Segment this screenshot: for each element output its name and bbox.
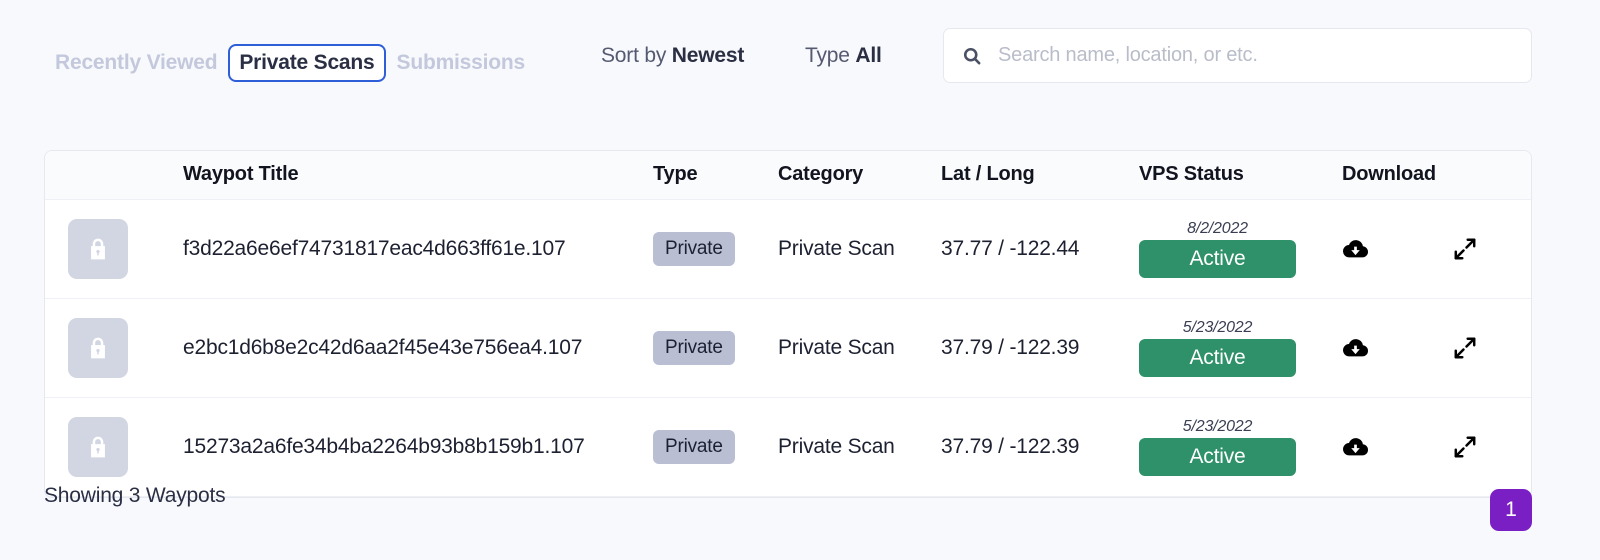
vps-status-group: 5/23/2022 Active	[1139, 417, 1296, 476]
col-header-vps-status: VPS Status	[1139, 151, 1342, 200]
lock-icon	[91, 436, 105, 458]
lock-icon	[91, 238, 105, 260]
cell-expand	[1452, 397, 1531, 497]
cell-vps-status: 5/23/2022 Active	[1139, 298, 1342, 398]
table-row[interactable]: e2bc1d6b8e2c42d6aa2f45e43e756ea4.107 Pri…	[45, 298, 1531, 398]
waypot-table: Waypot Title Type Category Lat / Long VP…	[45, 151, 1531, 497]
waypot-thumbnail	[68, 417, 128, 477]
cell-download	[1342, 298, 1452, 398]
lock-icon	[91, 337, 105, 359]
type-badge: Private	[653, 331, 735, 365]
cell-vps-status: 8/2/2022 Active	[1139, 199, 1342, 299]
cell-thumbnail	[45, 397, 183, 497]
download-button[interactable]	[1342, 434, 1369, 461]
result-count: Showing 3 Waypots	[44, 484, 226, 507]
sort-by-label: Sort by	[601, 44, 667, 67]
cell-type: Private	[653, 199, 778, 299]
cell-latlong: 37.77 / -122.44	[941, 199, 1139, 299]
type-filter-label: Type	[805, 44, 850, 67]
expand-arrows-icon	[1454, 238, 1476, 260]
sort-by-value: Newest	[671, 44, 745, 67]
vps-date: 8/2/2022	[1187, 219, 1248, 237]
cell-thumbnail	[45, 199, 183, 299]
tab-private-scans[interactable]: Private Scans	[228, 44, 386, 83]
waypot-list-page: Recently Viewed Private Scans Submission…	[0, 0, 1600, 560]
cell-thumbnail	[45, 298, 183, 398]
cloud-download-icon	[1343, 437, 1369, 455]
cell-title: f3d22a6e6ef74731817eac4d663ff61e.107	[183, 199, 653, 299]
cell-download	[1342, 199, 1452, 299]
cell-category: Private Scan	[778, 397, 941, 497]
download-button[interactable]	[1342, 236, 1369, 263]
vps-status-button[interactable]: Active	[1139, 437, 1296, 476]
tab-recently-viewed[interactable]: Recently Viewed	[44, 44, 228, 82]
expand-arrows-icon	[1454, 337, 1476, 359]
type-badge: Private	[653, 232, 735, 266]
cell-vps-status: 5/23/2022 Active	[1139, 397, 1342, 497]
col-header-thumbnail	[45, 151, 183, 200]
expand-arrows-icon	[1454, 436, 1476, 458]
cell-title: e2bc1d6b8e2c42d6aa2f45e43e756ea4.107	[183, 298, 653, 398]
cell-download	[1342, 397, 1452, 497]
vps-status-group: 8/2/2022 Active	[1139, 219, 1296, 278]
col-header-expand	[1452, 151, 1531, 200]
toolbar: Recently Viewed Private Scans Submission…	[0, 0, 1600, 110]
search-icon	[963, 47, 981, 64]
type-badge: Private	[653, 430, 735, 464]
waypot-thumbnail	[68, 219, 128, 279]
table-header-row: Waypot Title Type Category Lat / Long VP…	[45, 151, 1531, 200]
expand-button[interactable]	[1452, 335, 1478, 361]
waypot-table-card: Waypot Title Type Category Lat / Long VP…	[44, 150, 1532, 498]
col-header-type: Type	[653, 151, 778, 200]
cell-type: Private	[653, 298, 778, 398]
col-header-latlong: Lat / Long	[941, 151, 1139, 200]
search-input[interactable]	[996, 28, 1513, 83]
search-box[interactable]	[943, 28, 1532, 83]
vps-date: 5/23/2022	[1182, 417, 1253, 435]
cell-type: Private	[653, 397, 778, 497]
tab-bar: Recently Viewed Private Scans Submission…	[44, 44, 537, 83]
download-button[interactable]	[1342, 335, 1369, 362]
cell-latlong: 37.79 / -122.39	[941, 397, 1139, 497]
table-header: Waypot Title Type Category Lat / Long VP…	[45, 151, 1531, 200]
vps-date: 5/23/2022	[1182, 318, 1253, 336]
col-header-download: Download	[1342, 151, 1452, 200]
cell-category: Private Scan	[778, 298, 941, 398]
table-body: f3d22a6e6ef74731817eac4d663ff61e.107 Pri…	[45, 199, 1531, 497]
cell-category: Private Scan	[778, 199, 941, 299]
cell-title: 15273a2a6fe34b4ba2264b93b8b159b1.107	[183, 397, 653, 497]
pagination-page-1[interactable]: 1	[1490, 489, 1532, 531]
cloud-download-icon	[1343, 338, 1369, 356]
expand-button[interactable]	[1452, 236, 1478, 262]
col-header-category: Category	[778, 151, 941, 200]
cell-latlong: 37.79 / -122.39	[941, 298, 1139, 398]
table-row[interactable]: f3d22a6e6ef74731817eac4d663ff61e.107 Pri…	[45, 199, 1531, 299]
expand-button[interactable]	[1452, 434, 1478, 460]
col-header-title: Waypot Title	[183, 151, 653, 200]
type-filter-control[interactable]: Type All	[805, 44, 882, 68]
tab-submissions[interactable]: Submissions	[386, 44, 537, 82]
vps-status-button[interactable]: Active	[1139, 338, 1296, 377]
vps-status-group: 5/23/2022 Active	[1139, 318, 1296, 377]
type-filter-value: All	[855, 44, 882, 67]
sort-by-control[interactable]: Sort by Newest	[601, 44, 744, 68]
waypot-thumbnail	[68, 318, 128, 378]
cloud-download-icon	[1343, 239, 1369, 257]
table-row[interactable]: 15273a2a6fe34b4ba2264b93b8b159b1.107 Pri…	[45, 397, 1531, 497]
cell-expand	[1452, 298, 1531, 398]
vps-status-button[interactable]: Active	[1139, 239, 1296, 278]
cell-expand	[1452, 199, 1531, 299]
